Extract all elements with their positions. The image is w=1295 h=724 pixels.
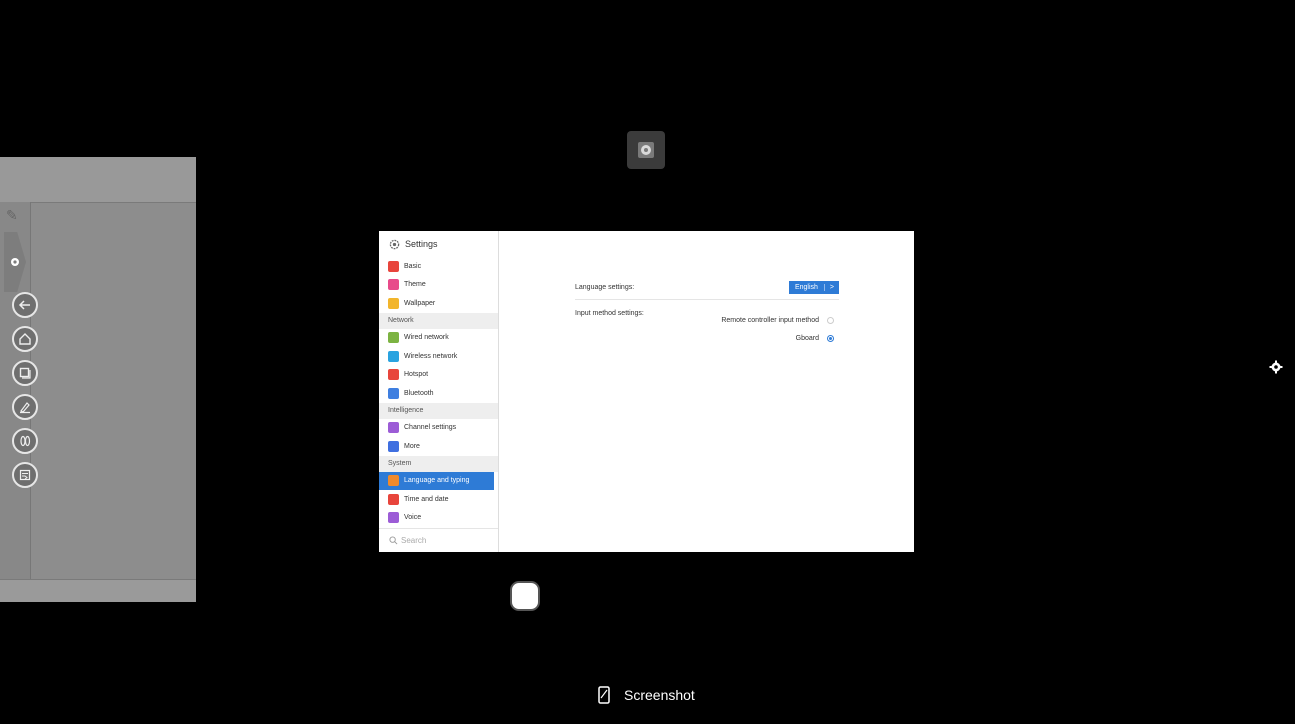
menu-item-time-and-date[interactable]: Time and date — [379, 490, 498, 509]
input-option-label: Gboard — [795, 334, 819, 342]
settings-menu: Basic Theme Wallpaper Network Wired network W… — [379, 257, 498, 527]
language-settings-row: Language settings: English > — [575, 276, 839, 300]
menu-item-label: Basic — [404, 262, 422, 270]
theme-icon — [388, 279, 399, 291]
menu-section-header: System — [379, 455, 498, 472]
wallpaper-icon — [388, 297, 399, 309]
menu-item-label: Time and date — [404, 495, 449, 503]
radio-button[interactable] — [827, 334, 834, 342]
menu-section-header: Network — [379, 312, 498, 329]
back-arrow-icon — [18, 300, 30, 310]
annotate-button[interactable] — [12, 394, 38, 420]
settings-header: Settings — [379, 231, 498, 257]
menu-section-header: Intelligence — [379, 402, 498, 419]
wired-network-icon — [388, 332, 399, 344]
language-settings-label: Language settings: — [575, 284, 635, 291]
home-button[interactable] — [510, 581, 540, 611]
language-and-typing-icon — [388, 475, 399, 487]
radio-button[interactable] — [827, 316, 834, 324]
gear-icon[interactable] — [1269, 360, 1283, 374]
input-option-label: Remote controller input method — [721, 316, 819, 324]
more-icon — [388, 440, 399, 452]
search-icon — [389, 536, 398, 545]
screenshot-icon — [598, 686, 610, 704]
channel-settings-icon — [388, 422, 399, 434]
pen-icon — [20, 402, 30, 414]
menu-item-label: Hotspot — [404, 371, 429, 379]
tools-button[interactable] — [12, 428, 38, 454]
settings-content: Language settings: English > Input metho… — [499, 231, 914, 552]
settings-window[interactable]: Settings Basic Theme Wallpaper Network Wired… — [379, 231, 914, 552]
background-app-topbar — [0, 157, 196, 203]
background-app-bottombar — [0, 579, 196, 602]
tools-icon — [20, 435, 31, 447]
menu-item-label: Wired network — [404, 334, 449, 342]
menu-item-voice[interactable]: Voice — [379, 509, 498, 528]
language-value: English — [794, 284, 818, 291]
search-input[interactable]: Search — [379, 528, 498, 552]
input-option-gboard[interactable]: Gboard — [796, 332, 834, 344]
wireless-network-icon — [388, 350, 399, 362]
home-icon — [19, 333, 31, 345]
menu-item-label: Wallpaper — [404, 299, 436, 307]
menu-item-label: Voice — [404, 514, 422, 522]
menu-item-label: Channel settings — [404, 424, 457, 432]
input-option-remote-controller-input-method[interactable]: Remote controller input method — [721, 314, 834, 326]
settings-app-icon[interactable] — [627, 131, 665, 169]
menu-item-wireless-network[interactable]: Wireless network — [379, 347, 498, 366]
gear-icon — [638, 142, 654, 158]
chevron-right-icon: > — [823, 284, 839, 291]
language-select-button[interactable]: English > — [788, 281, 839, 294]
menu-item-wallpaper[interactable]: Wallpaper — [379, 294, 498, 313]
menu-item-basic[interactable]: Basic — [379, 257, 498, 276]
menu-item-label: Bluetooth — [404, 389, 434, 397]
menu-item-wired-network[interactable]: Wired network — [379, 329, 498, 348]
menu-item-channel-settings[interactable]: Channel settings — [379, 419, 498, 438]
menu-item-more[interactable]: More — [379, 437, 498, 456]
menu-item-label: Wireless network — [404, 352, 458, 360]
search-placeholder: Search — [401, 536, 427, 545]
bluetooth-icon — [388, 387, 399, 399]
menu-item-label: Language and typing — [404, 477, 470, 485]
menu-item-hotspot[interactable]: Hotspot — [379, 366, 498, 385]
settings-sidebar: Settings Basic Theme Wallpaper Network Wired… — [379, 231, 499, 552]
basic-icon — [388, 260, 399, 272]
recents-button[interactable] — [12, 360, 38, 386]
pen-tool-icon: ✎ — [6, 207, 18, 223]
board-button[interactable] — [12, 462, 38, 488]
recents-icon — [19, 367, 31, 379]
menu-item-label: More — [404, 442, 420, 450]
gear-icon — [389, 239, 400, 250]
hotspot-icon — [388, 369, 399, 381]
menu-item-bluetooth[interactable]: Bluetooth — [379, 384, 498, 403]
voice-icon — [388, 512, 399, 524]
screenshot-button[interactable]: Screenshot — [598, 684, 695, 706]
home-side-button[interactable] — [12, 326, 38, 352]
side-toolbar — [12, 292, 42, 496]
recent-apps-screen: ✎ Settings Basic Theme Wallpaper Network… — [0, 0, 1295, 724]
back-button[interactable] — [12, 292, 38, 318]
input-method-label: Input method settings: — [575, 310, 644, 317]
menu-item-theme[interactable]: Theme — [379, 276, 498, 295]
board-icon — [19, 469, 31, 481]
settings-title: Settings — [405, 239, 438, 249]
screenshot-label: Screenshot — [624, 687, 695, 703]
gear-icon — [11, 258, 19, 266]
time-and-date-icon — [388, 493, 399, 505]
menu-item-language-and-typing[interactable]: Language and typing — [379, 471, 494, 490]
menu-item-label: Theme — [404, 281, 426, 289]
